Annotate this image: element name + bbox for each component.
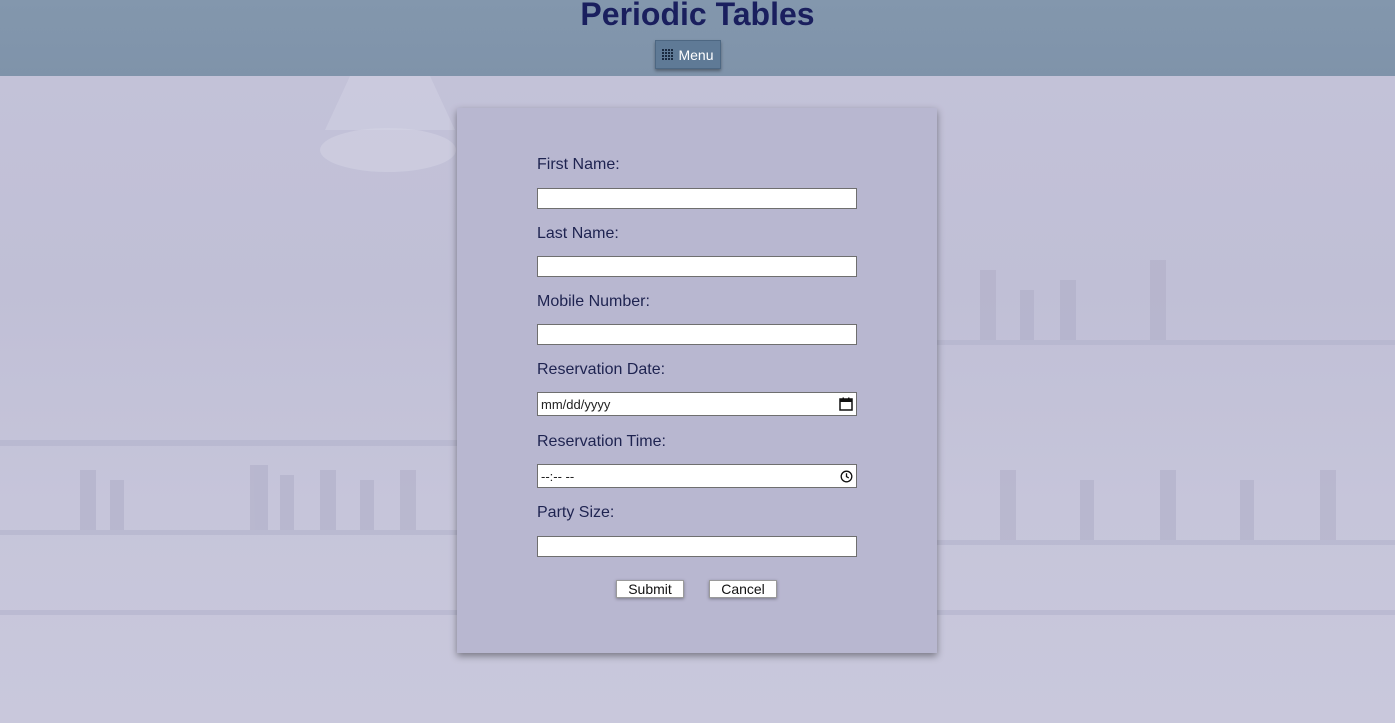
menu-button[interactable]: Menu bbox=[655, 40, 721, 69]
submit-button[interactable]: Submit bbox=[616, 580, 684, 598]
site-header: Periodic Tables Menu bbox=[0, 0, 1395, 76]
first-name-input[interactable] bbox=[537, 188, 857, 209]
mobile-number-input[interactable] bbox=[537, 324, 857, 345]
clock-icon[interactable] bbox=[840, 470, 853, 483]
reservation-form: First Name: Last Name: Mobile Number: Re… bbox=[457, 108, 937, 653]
reservation-date-label: Reservation Date: bbox=[537, 361, 666, 378]
last-name-label: Last Name: bbox=[537, 225, 619, 242]
grid-icon bbox=[662, 49, 674, 60]
menu-button-label: Menu bbox=[678, 46, 714, 63]
reservation-time-label: Reservation Time: bbox=[537, 433, 666, 450]
mobile-number-label: Mobile Number: bbox=[537, 293, 650, 310]
reservation-time-placeholder: --:-- -- bbox=[541, 468, 575, 484]
reservation-date-placeholder: mm/dd/yyyy bbox=[541, 396, 611, 412]
reservation-date-input[interactable]: mm/dd/yyyy bbox=[537, 392, 857, 416]
party-size-input[interactable] bbox=[537, 536, 857, 557]
first-name-label: First Name: bbox=[537, 156, 620, 173]
party-size-label: Party Size: bbox=[537, 504, 615, 521]
cancel-button[interactable]: Cancel bbox=[709, 580, 777, 598]
calendar-icon[interactable] bbox=[839, 397, 853, 411]
site-title: Periodic Tables bbox=[580, 0, 815, 32]
last-name-input[interactable] bbox=[537, 256, 857, 277]
reservation-time-input[interactable]: --:-- -- bbox=[537, 464, 857, 488]
